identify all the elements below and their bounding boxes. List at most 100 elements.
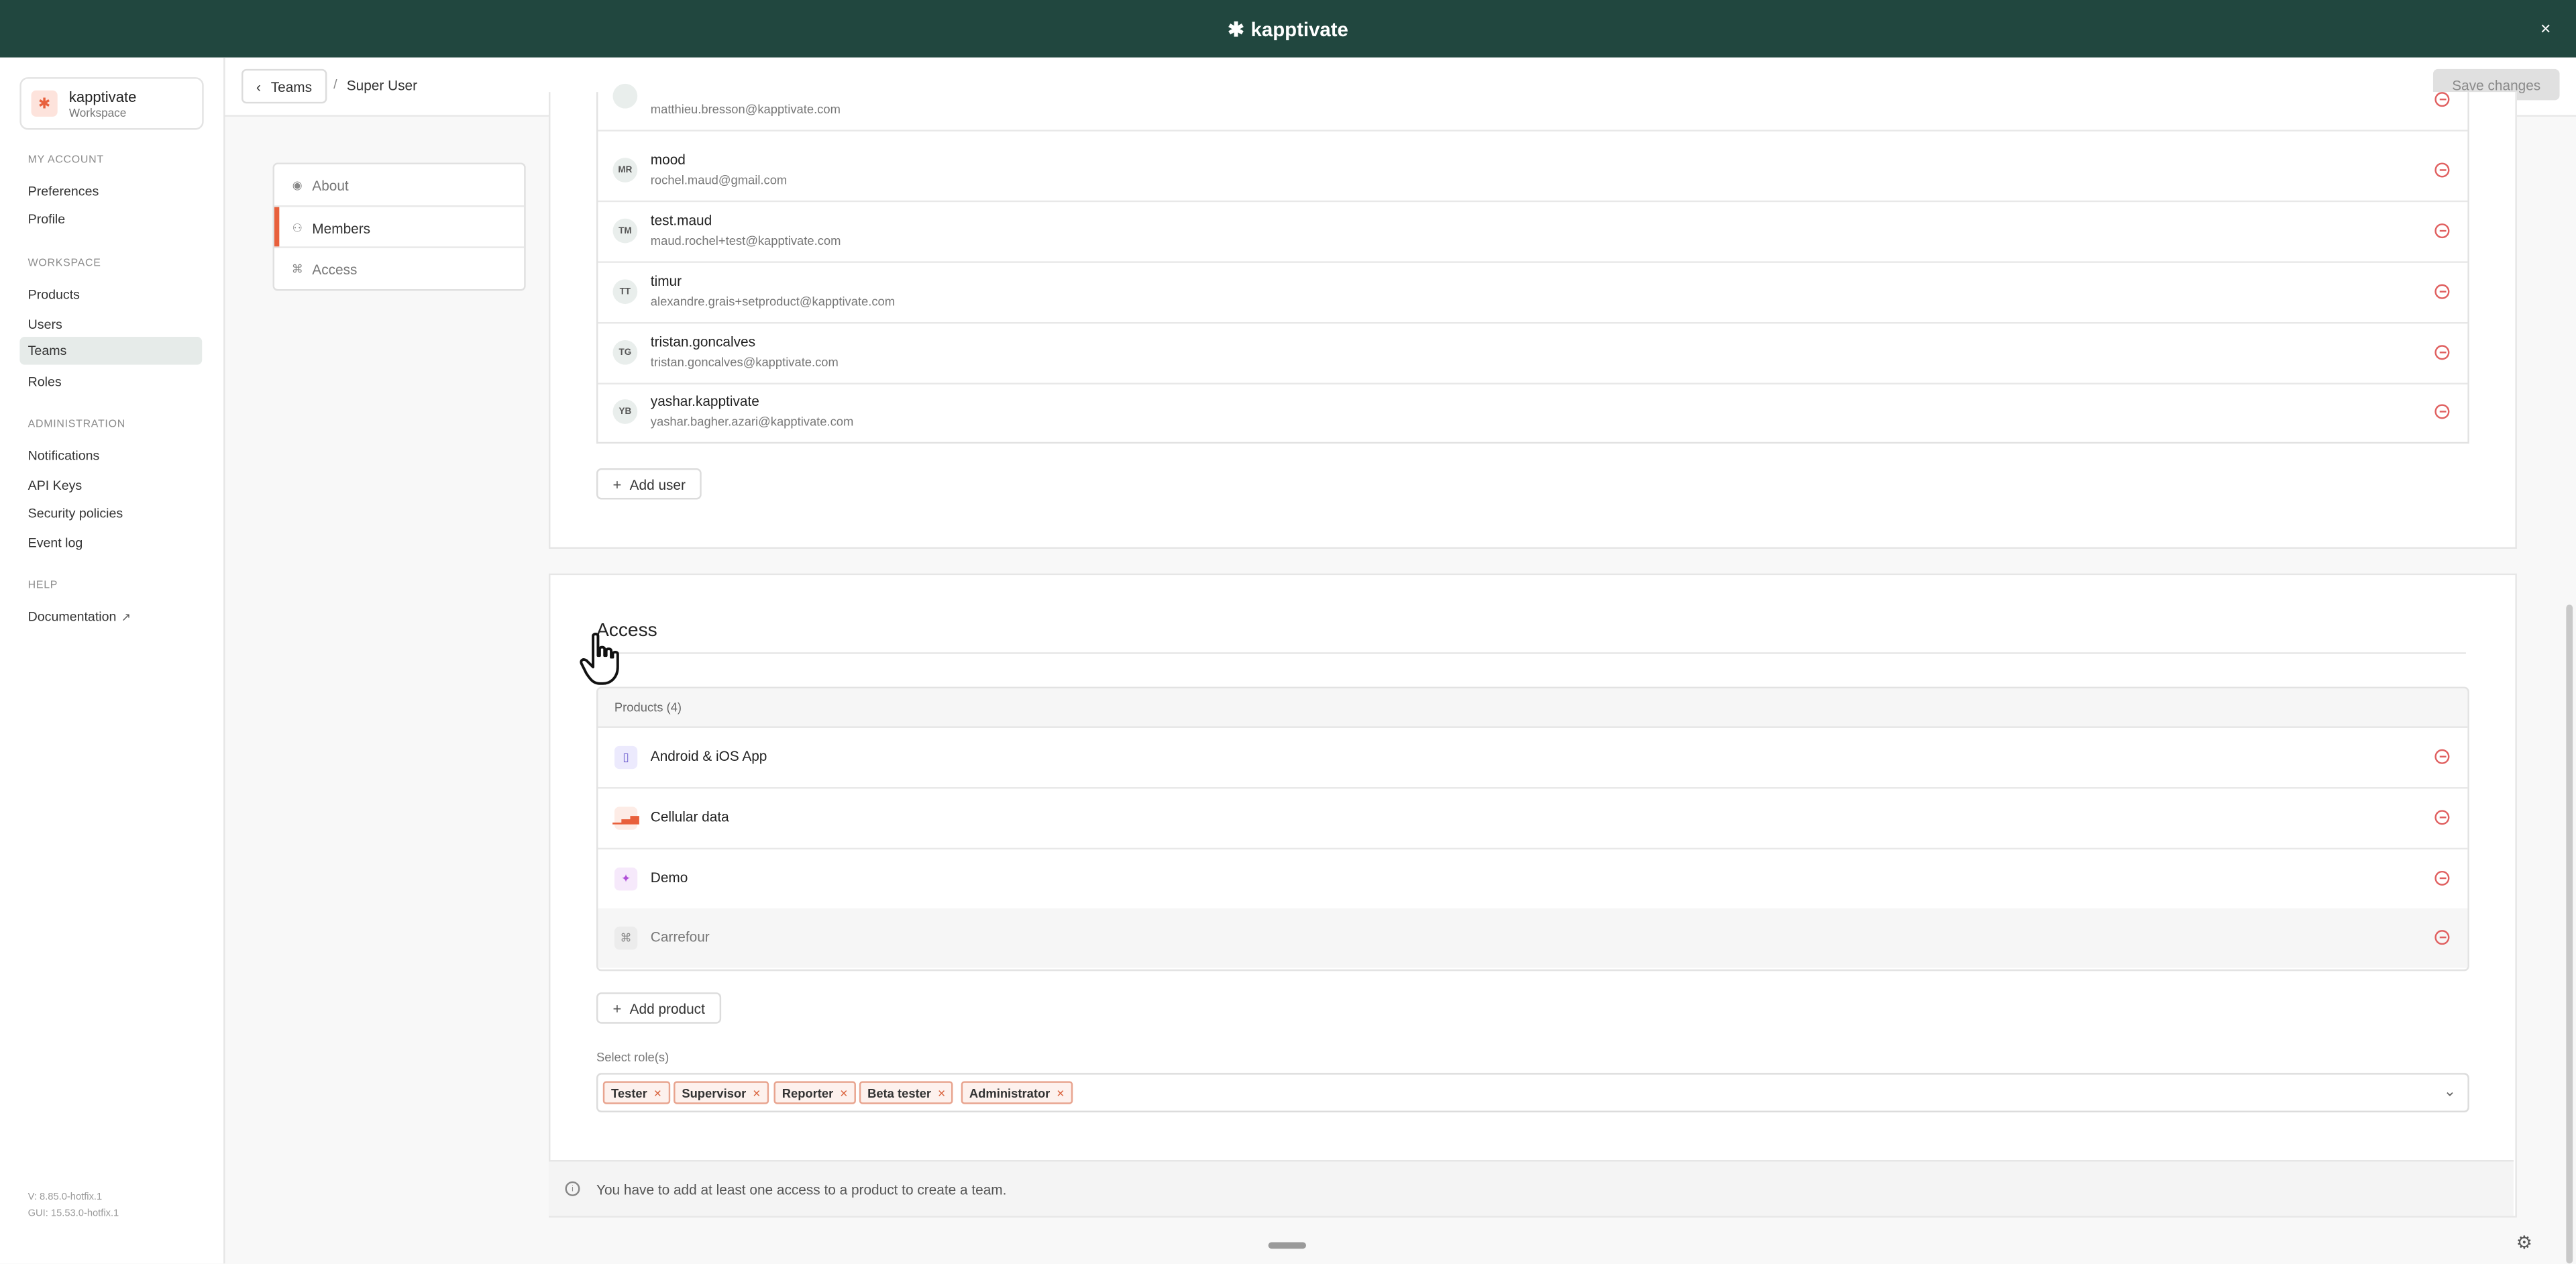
product-name: Cellular data <box>650 808 729 825</box>
section-title-administration: ADMINISTRATION <box>28 419 125 431</box>
chevron-left-icon: ‹ <box>256 78 262 95</box>
section-title-my-account: MY ACCOUNT <box>28 154 104 166</box>
remove-member-icon[interactable] <box>2434 223 2450 239</box>
role-chip: Administrator × <box>961 1081 1073 1104</box>
brand-logo: ✱ kapptivate <box>0 0 2576 58</box>
member-email: matthieu.bresson@kapptivate.com <box>650 101 841 117</box>
phone-icon: ▯ <box>614 745 638 770</box>
drag-handle[interactable] <box>1268 1242 1306 1249</box>
table-row: YB yashar.kapptivate yashar.bagher.azari… <box>598 383 2467 442</box>
sidebar-item-products[interactable]: Products <box>19 281 202 309</box>
breadcrumb-separator: / <box>333 77 337 93</box>
sidebar-item-teams[interactable]: Teams <box>19 337 203 365</box>
eye-icon: ◉ <box>292 180 303 192</box>
top-bar: ✱ kapptivate × <box>0 0 2576 58</box>
roles-select[interactable]: Tester × Supervisor × Reporter × Beta te… <box>596 1073 2469 1112</box>
back-to-teams-button[interactable]: ‹ Teams <box>241 68 327 104</box>
sidebar-item-profile[interactable]: Profile <box>19 205 202 233</box>
command-icon: ⌘ <box>614 927 638 950</box>
members-list: matthieu.bresson@kapptivate.com MR mood … <box>596 83 2469 444</box>
remove-product-icon[interactable] <box>2434 870 2450 886</box>
tab-access[interactable]: ⌘ Access <box>274 248 524 289</box>
roles-label: Select role(s) <box>596 1049 669 1065</box>
chevron-down-icon[interactable]: ⌄ <box>2444 1083 2456 1101</box>
tab-about[interactable]: ◉ About <box>274 164 524 205</box>
remove-member-icon[interactable] <box>2434 92 2450 107</box>
product-name: Demo <box>650 869 688 886</box>
tab-access-label: Access <box>312 260 358 277</box>
member-email: rochel.maud@gmail.com <box>650 172 788 188</box>
list-item: ▯ Android & iOS App <box>598 728 2468 789</box>
remove-role-icon[interactable]: × <box>654 1086 661 1100</box>
remove-product-icon[interactable] <box>2434 749 2450 764</box>
table-row: matthieu.bresson@kapptivate.com <box>598 81 2468 131</box>
tab-about-label: About <box>312 176 349 193</box>
role-chip-label: Tester <box>611 1085 647 1100</box>
divider <box>596 652 2466 654</box>
info-message: You have to add at least one access to a… <box>596 1181 1007 1198</box>
member-name: yashar.kapptivate <box>650 392 759 409</box>
back-label: Teams <box>270 78 313 95</box>
remove-role-icon[interactable]: × <box>938 1086 945 1100</box>
role-chip: Supervisor × <box>674 1081 769 1104</box>
remove-member-icon[interactable] <box>2434 284 2450 299</box>
hand-cursor-icon <box>578 631 625 695</box>
plus-icon: + <box>612 1000 622 1016</box>
documentation-label: Documentation <box>28 609 117 625</box>
sidebar: ✱ kapptivate Workspace MY ACCOUNT Prefer… <box>0 57 225 1264</box>
tab-members[interactable]: ⚇ Members <box>274 207 524 248</box>
section-tabs: ◉ About ⚇ Members ⌘ Access <box>272 162 526 291</box>
product-name: Android & iOS App <box>650 747 767 764</box>
add-product-label: Add product <box>629 1000 705 1016</box>
avatar: TT <box>612 279 638 305</box>
remove-role-icon[interactable]: × <box>753 1086 760 1100</box>
sidebar-item-event-log[interactable]: Event log <box>19 529 202 558</box>
remove-member-icon[interactable] <box>2434 345 2450 360</box>
role-chip-label: Beta tester <box>867 1085 932 1100</box>
role-chip-label: Reporter <box>782 1085 834 1100</box>
scrollbar[interactable] <box>2566 604 2573 1264</box>
gear-icon[interactable]: ⚙ <box>2512 1230 2537 1255</box>
list-item: ⌘ Carrefour <box>598 908 2468 968</box>
brand-name: kapptivate <box>1250 17 1348 41</box>
remove-product-icon[interactable] <box>2434 810 2450 825</box>
add-user-button[interactable]: + Add user <box>596 468 702 500</box>
add-product-button[interactable]: + Add product <box>596 992 722 1024</box>
info-icon: i <box>565 1181 580 1196</box>
list-item: ✦ Demo <box>598 849 2468 910</box>
gui-version: GUI: 15.53.0-hotfix.1 <box>28 1209 119 1220</box>
sidebar-item-notifications[interactable]: Notifications <box>19 442 202 470</box>
workspace-name: kapptivate <box>68 89 137 105</box>
remove-member-icon[interactable] <box>2434 404 2450 419</box>
add-user-label: Add user <box>629 475 686 492</box>
avatar: MR <box>612 158 638 182</box>
sidebar-item-api-keys[interactable]: API Keys <box>19 472 202 500</box>
member-name: test.maud <box>650 211 712 229</box>
sidebar-item-documentation[interactable]: Documentation ↗ <box>19 603 202 631</box>
sidebar-item-roles[interactable]: Roles <box>19 368 202 397</box>
sidebar-item-users[interactable]: Users <box>19 311 202 339</box>
products-header: Products (4) <box>598 688 2468 728</box>
sidebar-item-preferences[interactable]: Preferences <box>19 177 202 205</box>
breadcrumb-current: Super User <box>346 77 418 94</box>
table-row: TM test.maud maud.rochel+test@kapptivate… <box>598 202 2468 263</box>
avatar: YB <box>612 399 638 424</box>
table-row: TT timur alexandre.grais+setproduct@kapp… <box>598 263 2468 324</box>
signal-icon: ▁▃▅ <box>612 806 639 830</box>
avatar <box>612 83 638 109</box>
remove-member-icon[interactable] <box>2434 162 2450 178</box>
remove-role-icon[interactable]: × <box>1057 1086 1064 1100</box>
product-name: Carrefour <box>650 928 710 945</box>
sidebar-item-security-policies[interactable]: Security policies <box>19 499 202 527</box>
close-button[interactable]: × <box>2532 15 2560 43</box>
kapptivate-logo-icon: ✱ <box>1228 17 1244 41</box>
remove-product-icon[interactable] <box>2434 930 2450 945</box>
close-icon: × <box>2540 19 2551 39</box>
remove-role-icon[interactable]: × <box>840 1086 847 1100</box>
plus-icon: + <box>612 475 622 492</box>
list-item: ▁▃▅ Cellular data <box>598 789 2468 850</box>
workspace-switcher[interactable]: ✱ kapptivate Workspace <box>19 77 204 130</box>
member-name: tristan.goncalves <box>650 333 756 350</box>
users-icon: ⚇ <box>292 222 303 234</box>
products-list: Products (4) ▯ Android & iOS App ▁▃▅ Cel… <box>596 686 2469 971</box>
